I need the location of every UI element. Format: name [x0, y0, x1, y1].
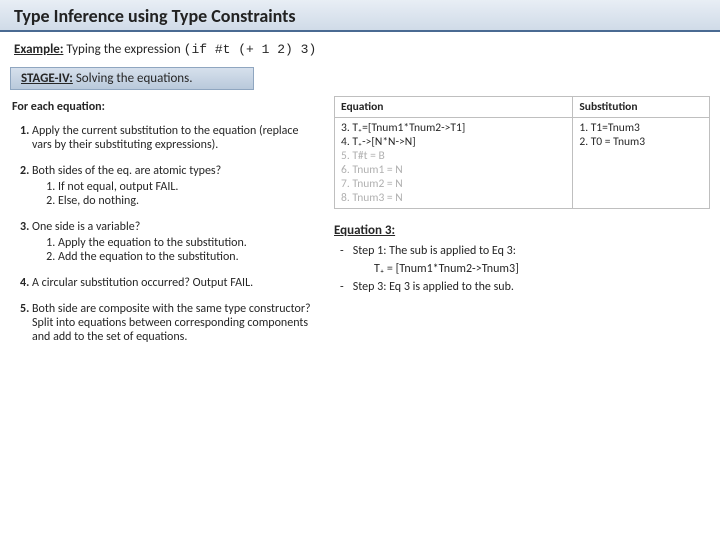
stage-prefix: STAGE-IV: — [21, 71, 73, 86]
step-2-text: Both sides of the eq. are atomic types? — [32, 164, 221, 178]
detail-step1-text: Step 1: The sub is applied to Eq 3: — [353, 244, 516, 258]
step-1: Apply the current substitution to the eq… — [32, 124, 320, 152]
page-title: Type Inference using Type Constraints — [14, 5, 706, 27]
th-equation: Equation — [335, 97, 573, 118]
algorithm-column: For each equation: Apply the current sub… — [10, 96, 320, 356]
sub-2: 2. T0 = Tnum3 — [579, 135, 703, 149]
example-label: Example: — [14, 42, 63, 57]
eq-3: 3. T₊=[Tnum1*Tnum2->T1] — [341, 121, 566, 135]
eq-7: 7. Tnum2 = N — [341, 177, 566, 191]
for-each-heading: For each equation: — [12, 100, 320, 114]
sub-1: 1. T1=Tnum3 — [579, 121, 703, 135]
step-5-text: Both side are composite with the same ty… — [32, 302, 311, 344]
eq-4: 4. T₊->[N*N->N] — [341, 135, 566, 149]
step-5: Both side are composite with the same ty… — [32, 302, 320, 344]
step-4-text: A circular substitution occurred? Output… — [32, 276, 253, 290]
detail-line-2: - Step 3: Eq 3 is applied to the sub. — [340, 280, 710, 294]
algorithm-steps: Apply the current substitution to the eq… — [10, 124, 320, 344]
example-line: Example: Typing the expression (if #t (+… — [0, 32, 720, 63]
eq-5: 5. T#t = B — [341, 149, 566, 163]
equations-table: Equation Substitution 3. T₊=[Tnum1*Tnum2… — [334, 96, 710, 209]
detail-step3-text: Step 3: Eq 3 is applied to the sub. — [353, 280, 514, 294]
step-2a: If not equal, output FAIL. — [58, 180, 320, 194]
stage-bar: STAGE-IV: Solving the equations. — [10, 67, 254, 90]
equation-cell: 3. T₊=[Tnum1*Tnum2->T1] 4. T₊->[N*N->N] … — [335, 118, 573, 209]
step-1-text: Apply the current substitution to the eq… — [32, 124, 298, 152]
step-4: A circular substitution occurred? Output… — [32, 276, 320, 290]
detail-heading: Equation 3: — [334, 223, 710, 238]
substitution-cell: 1. T1=Tnum3 2. T0 = Tnum3 — [573, 118, 710, 209]
step-3a: Apply the equation to the substitution. — [58, 236, 320, 250]
step-3b: Add the equation to the substitution. — [58, 250, 320, 264]
th-substitution: Substitution — [573, 97, 710, 118]
eq-6: 6. Tnum1 = N — [341, 163, 566, 177]
detail-line-1: - Step 1: The sub is applied to Eq 3: — [340, 244, 710, 258]
stage-text: Solving the equations. — [76, 71, 193, 86]
title-bar: Type Inference using Type Constraints — [0, 0, 720, 32]
step-3: One side is a variable? Apply the equati… — [32, 220, 320, 264]
eq-8: 8. Tnum3 = N — [341, 191, 566, 205]
example-code: (if #t (+ 1 2) 3) — [184, 42, 317, 57]
equations-column: Equation Substitution 3. T₊=[Tnum1*Tnum2… — [334, 96, 710, 356]
equation-detail: Equation 3: - Step 1: The sub is applied… — [334, 223, 710, 294]
example-intro: Typing the expression — [66, 42, 180, 57]
step-2: Both sides of the eq. are atomic types? … — [32, 164, 320, 208]
detail-step1-equation: T₊ = [Tnum1*Tnum2->Tnum3] — [374, 262, 710, 276]
step-2b: Else, do nothing. — [58, 194, 320, 208]
content-columns: For each equation: Apply the current sub… — [0, 90, 720, 356]
step-3-text: One side is a variable? — [32, 220, 140, 234]
